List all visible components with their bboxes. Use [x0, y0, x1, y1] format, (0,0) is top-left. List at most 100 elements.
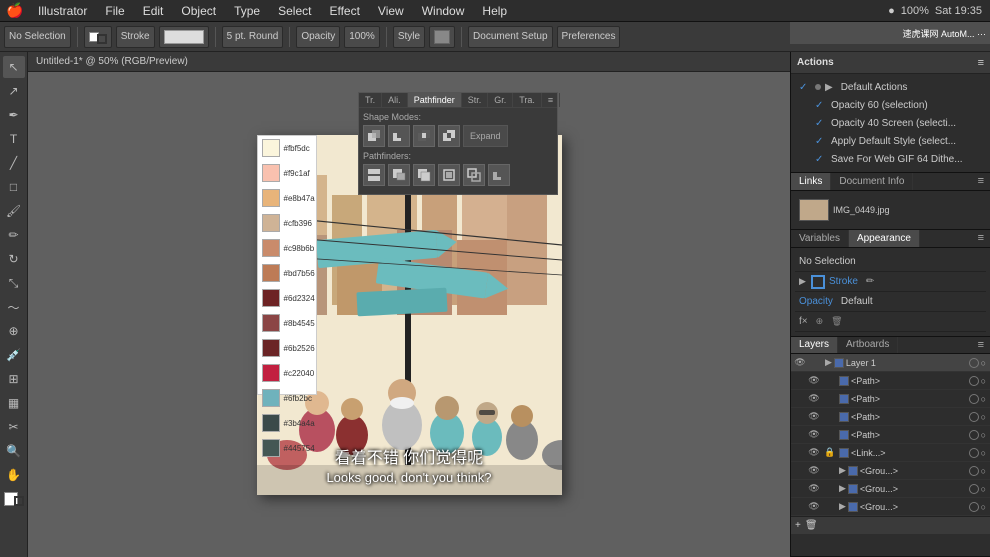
- pencil-tool[interactable]: ✏: [3, 224, 25, 246]
- fill-stroke-indicator[interactable]: [84, 26, 112, 48]
- swatch-fbf5dc[interactable]: [262, 139, 280, 157]
- layer-item-2[interactable]: 👁 <Path> ○: [791, 390, 990, 408]
- swatch-6d2324[interactable]: [262, 289, 280, 307]
- exclude-icon[interactable]: [438, 125, 460, 147]
- layer-visibility-8[interactable]: 👁: [807, 500, 821, 514]
- layer-target-0[interactable]: [969, 358, 979, 368]
- pf-tab-tra[interactable]: Tra.: [513, 93, 542, 107]
- expand-button[interactable]: Expand: [463, 125, 508, 147]
- rotate-tool[interactable]: ↻: [3, 248, 25, 270]
- divide-icon[interactable]: [363, 164, 385, 186]
- stroke-expand-icon[interactable]: ▶: [799, 276, 807, 287]
- eyedropper-tool[interactable]: 💉: [3, 344, 25, 366]
- layer-target-2[interactable]: [969, 394, 979, 404]
- pf-tab-tr[interactable]: Tr.: [359, 93, 382, 107]
- minus-front-icon[interactable]: [388, 125, 410, 147]
- layer-lock-8[interactable]: [823, 500, 837, 514]
- swatch-8b4545[interactable]: [262, 314, 280, 332]
- type-tool[interactable]: T: [3, 128, 25, 150]
- layer-lock-5[interactable]: 🔒: [823, 446, 837, 460]
- scissors-tool[interactable]: ✂: [3, 416, 25, 438]
- stroke-color-box[interactable]: [159, 26, 209, 48]
- layer-item-5[interactable]: 👁 🔒 <Link...> ○: [791, 444, 990, 462]
- apple-menu[interactable]: 🍎: [0, 2, 30, 19]
- layer-item-0[interactable]: 👁 ▶ Layer 1 ○: [791, 354, 990, 372]
- layer-expand-6[interactable]: ▶: [839, 465, 846, 476]
- trash-icon[interactable]: 🗑: [831, 316, 842, 327]
- gradient-tool[interactable]: ▦: [3, 392, 25, 414]
- actions-panel-menu[interactable]: ≡: [978, 57, 984, 69]
- swatch-c98b6b[interactable]: [262, 239, 280, 257]
- links-tab[interactable]: Links: [791, 173, 831, 190]
- trim-icon[interactable]: [388, 164, 410, 186]
- doc-info-tab[interactable]: Document Info: [831, 173, 913, 190]
- swatch-e8b47a[interactable]: [262, 189, 280, 207]
- hand-tool[interactable]: ✋: [3, 464, 25, 486]
- blend-tool[interactable]: ⊕: [3, 320, 25, 342]
- crop-icon[interactable]: [438, 164, 460, 186]
- swatch-6fb2bc[interactable]: [262, 389, 280, 407]
- action-item-1[interactable]: ✓ Opacity 60 (selection): [795, 96, 986, 114]
- style-box[interactable]: [429, 26, 455, 48]
- layer-lock-4[interactable]: [823, 428, 837, 442]
- document-setup-button[interactable]: Document Setup: [468, 26, 553, 48]
- layer-visibility-4[interactable]: 👁: [807, 428, 821, 442]
- delete-layer-button[interactable]: 🗑: [805, 520, 818, 531]
- stroke-pencil-icon[interactable]: ✏: [866, 276, 874, 287]
- layer-target-6[interactable]: [969, 466, 979, 476]
- action-item-4[interactable]: ✓ Save For Web GIF 64 Dithe...: [795, 150, 986, 168]
- layer-visibility-5[interactable]: 👁: [807, 446, 821, 460]
- stroke-swatch[interactable]: [811, 275, 825, 289]
- mesh-tool[interactable]: ⊞: [3, 368, 25, 390]
- warp-tool[interactable]: 〜: [3, 296, 25, 318]
- layer-item-8[interactable]: 👁 ▶ <Grou...> ○: [791, 498, 990, 516]
- layers-tab[interactable]: Layers: [791, 337, 838, 353]
- layer-target-4[interactable]: [969, 430, 979, 440]
- layers-panel-menu[interactable]: ≡: [972, 337, 990, 353]
- pf-tab-pathfinder[interactable]: Pathfinder: [408, 93, 462, 107]
- pf-panel-close[interactable]: ≡: [542, 93, 560, 107]
- preferences-button[interactable]: Preferences: [557, 26, 621, 48]
- layer-visibility-2[interactable]: 👁: [807, 392, 821, 406]
- layer-target-7[interactable]: [969, 484, 979, 494]
- menu-file[interactable]: File: [97, 2, 132, 20]
- layer-visibility-1[interactable]: 👁: [807, 374, 821, 388]
- appearance-tab[interactable]: Appearance: [849, 230, 920, 247]
- stroke-color-swatch[interactable]: [14, 496, 24, 506]
- layer-lock-1[interactable]: [823, 374, 837, 388]
- zoom-tool[interactable]: 🔍: [3, 440, 25, 462]
- menu-select[interactable]: Select: [270, 2, 319, 20]
- direct-select-tool[interactable]: ↗: [3, 80, 25, 102]
- unite-icon[interactable]: [363, 125, 385, 147]
- paintbrush-tool[interactable]: 🖌: [3, 200, 25, 222]
- layer-visibility-6[interactable]: 👁: [807, 464, 821, 478]
- action-item-3[interactable]: ✓ Apply Default Style (select...: [795, 132, 986, 150]
- menu-effect[interactable]: Effect: [321, 2, 367, 20]
- layer-item-1[interactable]: 👁 <Path> ○: [791, 372, 990, 390]
- layer-target-3[interactable]: [969, 412, 979, 422]
- scale-tool[interactable]: ⤡: [3, 272, 25, 294]
- layer-lock-6[interactable]: [823, 464, 837, 478]
- new-layer-button[interactable]: +: [795, 520, 801, 531]
- layer-lock-3[interactable]: [823, 410, 837, 424]
- swatch-c22040[interactable]: [262, 364, 280, 382]
- layer-item-7[interactable]: 👁 ▶ <Grou...> ○: [791, 480, 990, 498]
- pf-tab-ali[interactable]: Ali.: [382, 93, 408, 107]
- layer-expand-0[interactable]: ▶: [825, 357, 832, 368]
- appearance-panel-menu[interactable]: ≡: [972, 230, 990, 247]
- merge-icon[interactable]: [413, 164, 435, 186]
- layer-lock-7[interactable]: [823, 482, 837, 496]
- swatch-f9c1af[interactable]: [262, 164, 280, 182]
- opacity-value[interactable]: 100%: [344, 26, 380, 48]
- layer-visibility-3[interactable]: 👁: [807, 410, 821, 424]
- menu-type[interactable]: Type: [226, 2, 268, 20]
- layer-target-8[interactable]: [969, 502, 979, 512]
- artboards-tab[interactable]: Artboards: [838, 337, 898, 353]
- layer-lock-0[interactable]: [809, 356, 823, 370]
- line-tool[interactable]: ╱: [3, 152, 25, 174]
- canvas[interactable]: #fbf5dc #f9c1af #e8b47a #cfb396: [28, 72, 790, 557]
- menu-illustrator[interactable]: Illustrator: [30, 2, 95, 20]
- pen-tool[interactable]: ✒: [3, 104, 25, 126]
- layer-item-6[interactable]: 👁 ▶ <Grou...> ○: [791, 462, 990, 480]
- swatch-3b4a4a[interactable]: [262, 414, 280, 432]
